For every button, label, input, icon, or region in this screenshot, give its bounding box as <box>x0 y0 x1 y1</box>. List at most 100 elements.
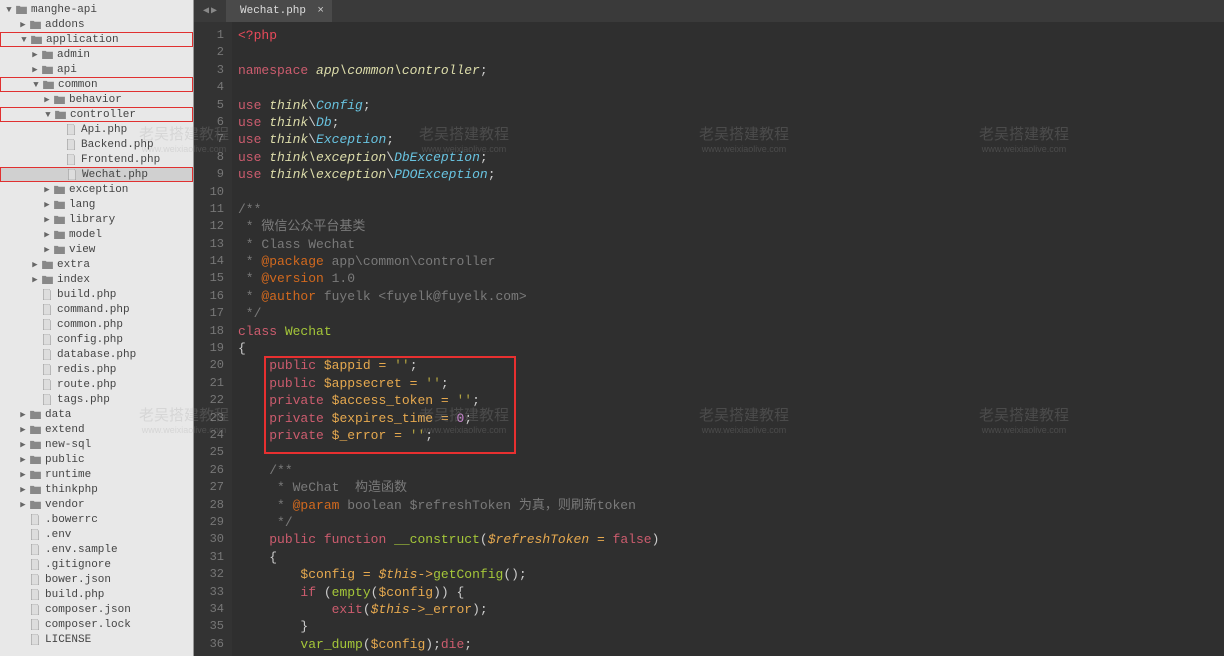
code-line[interactable]: /** <box>238 462 1224 479</box>
folder-model[interactable]: ▶model <box>0 227 193 242</box>
file-wechat-php[interactable]: Wechat.php <box>0 167 193 182</box>
code-line[interactable]: <?php <box>238 27 1224 44</box>
expand-arrow-icon[interactable]: ▶ <box>18 500 28 510</box>
folder-runtime[interactable]: ▶runtime <box>0 467 193 482</box>
tab-nav-right-icon[interactable]: ▶ <box>211 5 217 17</box>
code-line[interactable]: public $appsecret = ''; <box>238 375 1224 392</box>
code-area[interactable]: 1234567891011121314151617181920212223242… <box>194 22 1224 656</box>
code-line[interactable]: * @author fuyelk <fuyelk@fuyelk.com> <box>238 288 1224 305</box>
expand-arrow-icon[interactable]: ▶ <box>18 455 28 465</box>
folder-data[interactable]: ▶data <box>0 407 193 422</box>
expand-arrow-icon[interactable]: ▶ <box>18 470 28 480</box>
code-line[interactable]: */ <box>238 305 1224 322</box>
code-line[interactable]: /** <box>238 201 1224 218</box>
file-redis-php[interactable]: redis.php <box>0 362 193 377</box>
code-line[interactable]: use think\exception\PDOException; <box>238 166 1224 183</box>
folder-lang[interactable]: ▶lang <box>0 197 193 212</box>
expand-arrow-icon[interactable]: ▶ <box>30 65 40 75</box>
expand-arrow-icon[interactable]: ▼ <box>31 80 41 90</box>
folder-addons[interactable]: ▶addons <box>0 17 193 32</box>
file-tags-php[interactable]: tags.php <box>0 392 193 407</box>
folder-common[interactable]: ▼common <box>0 77 193 92</box>
code-line[interactable]: public $appid = ''; <box>238 357 1224 374</box>
code-line[interactable]: public function __construct($refreshToke… <box>238 531 1224 548</box>
file--bowerrc[interactable]: .bowerrc <box>0 512 193 527</box>
code-line[interactable]: namespace app\common\controller; <box>238 62 1224 79</box>
expand-arrow-icon[interactable]: ▼ <box>43 110 53 120</box>
code-line[interactable] <box>238 79 1224 96</box>
code-line[interactable] <box>238 44 1224 61</box>
expand-arrow-icon[interactable]: ▼ <box>19 35 29 45</box>
folder-index[interactable]: ▶index <box>0 272 193 287</box>
file-common-php[interactable]: common.php <box>0 317 193 332</box>
tab-nav-left-icon[interactable]: ◀ <box>203 5 209 17</box>
expand-arrow-icon[interactable]: ▶ <box>18 410 28 420</box>
expand-arrow-icon[interactable]: ▼ <box>4 5 14 15</box>
code-line[interactable]: * 微信公众平台基类 <box>238 218 1224 235</box>
code-line[interactable]: private $access_token = ''; <box>238 392 1224 409</box>
code-line[interactable]: */ <box>238 514 1224 531</box>
code-line[interactable]: use think\exception\DbException; <box>238 149 1224 166</box>
folder-extend[interactable]: ▶extend <box>0 422 193 437</box>
code-line[interactable]: * @version 1.0 <box>238 270 1224 287</box>
code-line[interactable]: use think\Exception; <box>238 131 1224 148</box>
file--gitignore[interactable]: .gitignore <box>0 557 193 572</box>
code-line[interactable]: private $_error = ''; <box>238 427 1224 444</box>
folder-manghe-api[interactable]: ▼manghe-api <box>0 2 193 17</box>
file-api-php[interactable]: Api.php <box>0 122 193 137</box>
expand-arrow-icon[interactable]: ▶ <box>18 425 28 435</box>
folder-view[interactable]: ▶view <box>0 242 193 257</box>
file-composer-lock[interactable]: composer.lock <box>0 617 193 632</box>
expand-arrow-icon[interactable]: ▶ <box>18 20 28 30</box>
expand-arrow-icon[interactable]: ▶ <box>42 230 52 240</box>
folder-public[interactable]: ▶public <box>0 452 193 467</box>
expand-arrow-icon[interactable]: ▶ <box>42 185 52 195</box>
file-license[interactable]: LICENSE <box>0 632 193 647</box>
folder-new-sql[interactable]: ▶new-sql <box>0 437 193 452</box>
file-build-php[interactable]: build.php <box>0 287 193 302</box>
expand-arrow-icon[interactable]: ▶ <box>18 440 28 450</box>
file-bower-json[interactable]: bower.json <box>0 572 193 587</box>
tab-nav-arrows[interactable]: ◀ ▶ <box>194 0 226 22</box>
file-backend-php[interactable]: Backend.php <box>0 137 193 152</box>
code-line[interactable]: if (empty($config)) { <box>238 584 1224 601</box>
tab-wechat-php[interactable]: Wechat.php × <box>226 0 332 22</box>
folder-extra[interactable]: ▶extra <box>0 257 193 272</box>
folder-vendor[interactable]: ▶vendor <box>0 497 193 512</box>
code-line[interactable]: * Class Wechat <box>238 236 1224 253</box>
file-database-php[interactable]: database.php <box>0 347 193 362</box>
code-line[interactable]: var_dump($config);die; <box>238 636 1224 653</box>
code-line[interactable]: * @param boolean $refreshToken 为真，则刷新tok… <box>238 497 1224 514</box>
code-line[interactable]: * @package app\common\controller <box>238 253 1224 270</box>
expand-arrow-icon[interactable]: ▶ <box>30 50 40 60</box>
file-config-php[interactable]: config.php <box>0 332 193 347</box>
code-line[interactable]: $config = $this->getConfig(); <box>238 566 1224 583</box>
code-line[interactable]: private $expires_time = 0; <box>238 410 1224 427</box>
expand-arrow-icon[interactable]: ▶ <box>42 200 52 210</box>
code-line[interactable]: class Wechat <box>238 323 1224 340</box>
code-line[interactable] <box>238 444 1224 461</box>
folder-exception[interactable]: ▶exception <box>0 182 193 197</box>
folder-api[interactable]: ▶api <box>0 62 193 77</box>
code-line[interactable]: * WeChat 构造函数 <box>238 479 1224 496</box>
file-tree-sidebar[interactable]: ▼manghe-api▶addons▼application▶admin▶api… <box>0 0 194 656</box>
file-composer-json[interactable]: composer.json <box>0 602 193 617</box>
expand-arrow-icon[interactable]: ▶ <box>42 215 52 225</box>
close-icon[interactable]: × <box>317 5 324 17</box>
code-content[interactable]: <?php namespace app\common\controller; use… <box>232 22 1224 656</box>
expand-arrow-icon[interactable]: ▶ <box>18 485 28 495</box>
folder-admin[interactable]: ▶admin <box>0 47 193 62</box>
expand-arrow-icon[interactable]: ▶ <box>42 245 52 255</box>
file-command-php[interactable]: command.php <box>0 302 193 317</box>
folder-behavior[interactable]: ▶behavior <box>0 92 193 107</box>
code-line[interactable]: } <box>238 618 1224 635</box>
expand-arrow-icon[interactable]: ▶ <box>30 260 40 270</box>
folder-application[interactable]: ▼application <box>0 32 193 47</box>
folder-library[interactable]: ▶library <box>0 212 193 227</box>
file-frontend-php[interactable]: Frontend.php <box>0 152 193 167</box>
file-route-php[interactable]: route.php <box>0 377 193 392</box>
file--env-sample[interactable]: .env.sample <box>0 542 193 557</box>
code-line[interactable]: exit($this->_error); <box>238 601 1224 618</box>
folder-thinkphp[interactable]: ▶thinkphp <box>0 482 193 497</box>
code-line[interactable] <box>238 184 1224 201</box>
